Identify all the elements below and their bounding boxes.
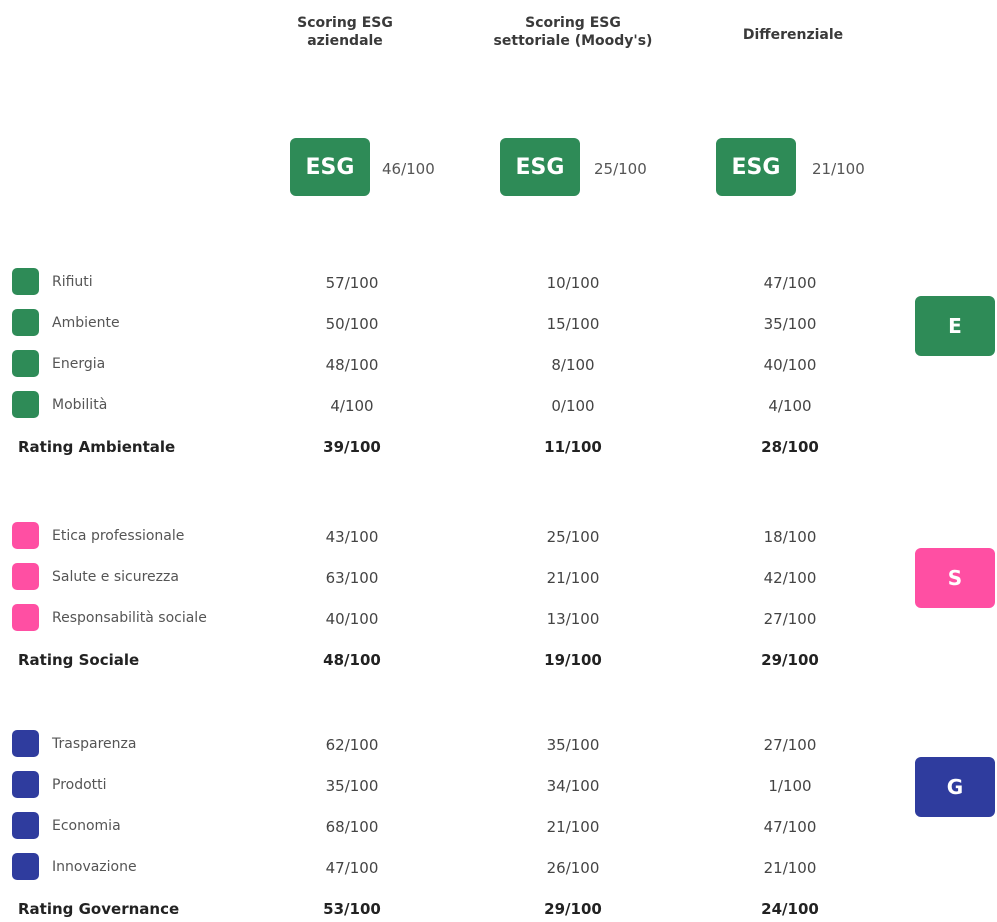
governance-color-marker	[12, 730, 39, 757]
rating-company: 39/100	[323, 438, 381, 456]
rating-sector: 11/100	[544, 438, 602, 456]
esg-score-sector: 25/100	[594, 160, 647, 178]
item-diff: 47/100	[763, 274, 817, 292]
item-company: 62/100	[325, 736, 379, 754]
rating-diff: 29/100	[761, 651, 819, 669]
item-diff: 4/100	[768, 397, 812, 415]
item-company: 35/100	[325, 777, 379, 795]
governance-color-marker	[12, 771, 39, 798]
esg-badge-diff: ESG	[716, 138, 796, 196]
item-company: 4/100	[330, 397, 374, 415]
item-company: 68/100	[325, 818, 379, 836]
rating-diff: 28/100	[761, 438, 819, 456]
item-sector: 0/100	[551, 397, 595, 415]
item-sector: 35/100	[546, 736, 600, 754]
item-label: Rifiuti	[52, 274, 93, 290]
esg-badge-sector: ESG	[500, 138, 580, 196]
social-color-marker	[12, 522, 39, 549]
esg-badge-company: ESG	[290, 138, 370, 196]
item-label: Mobilità	[52, 397, 108, 413]
item-sector: 13/100	[546, 610, 600, 628]
item-diff: 27/100	[763, 610, 817, 628]
item-label: Prodotti	[52, 777, 107, 793]
rating-label: Rating Governance	[18, 900, 180, 918]
item-company: 50/100	[325, 315, 379, 333]
environment-color-marker	[12, 391, 39, 418]
item-sector: 10/100	[546, 274, 600, 292]
header-company-score: Scoring ESG aziendale	[297, 15, 393, 49]
governance-color-marker	[12, 812, 39, 839]
rating-sector: 19/100	[544, 651, 602, 669]
rating-label: Rating Ambientale	[18, 438, 176, 456]
esg-score-diff: 21/100	[812, 160, 865, 178]
rating-company: 48/100	[323, 651, 381, 669]
item-label: Trasparenza	[52, 736, 137, 752]
item-company: 48/100	[325, 356, 379, 374]
rating-sector: 29/100	[544, 900, 602, 918]
item-diff: 47/100	[763, 818, 817, 836]
item-label: Innovazione	[52, 859, 137, 875]
esg-score-company: 46/100	[382, 160, 435, 178]
social-color-marker	[12, 604, 39, 631]
item-diff: 18/100	[763, 528, 817, 546]
item-sector: 26/100	[546, 859, 600, 877]
header-differential: Differenziale	[742, 27, 844, 43]
item-diff: 1/100	[768, 777, 812, 795]
item-sector: 21/100	[546, 569, 600, 587]
governance-color-marker	[12, 853, 39, 880]
item-diff: 42/100	[763, 569, 817, 587]
item-diff: 27/100	[763, 736, 817, 754]
item-label: Etica professionale	[52, 528, 185, 544]
item-label: Energia	[52, 356, 106, 372]
social-color-marker	[12, 563, 39, 590]
environment-color-marker	[12, 350, 39, 377]
item-sector: 8/100	[551, 356, 595, 374]
item-label: Responsabilità sociale	[52, 610, 207, 626]
rating-label: Rating Sociale	[18, 651, 140, 669]
item-diff: 35/100	[763, 315, 817, 333]
item-company: 57/100	[325, 274, 379, 292]
item-company: 40/100	[325, 610, 379, 628]
item-sector: 25/100	[546, 528, 600, 546]
environment-color-marker	[12, 309, 39, 336]
item-label: Ambiente	[52, 315, 120, 331]
category-badge-environmental: E	[915, 296, 995, 356]
item-sector: 21/100	[546, 818, 600, 836]
item-sector: 34/100	[546, 777, 600, 795]
rating-company: 53/100	[323, 900, 381, 918]
item-label: Salute e sicurezza	[52, 569, 179, 585]
item-diff: 21/100	[763, 859, 817, 877]
item-label: Economia	[52, 818, 121, 834]
rating-diff: 24/100	[761, 900, 819, 918]
environment-color-marker	[12, 268, 39, 295]
category-badge-governance: G	[915, 757, 995, 817]
category-badge-social: S	[915, 548, 995, 608]
item-company: 63/100	[325, 569, 379, 587]
item-diff: 40/100	[763, 356, 817, 374]
item-sector: 15/100	[546, 315, 600, 333]
header-sector-score: Scoring ESG settoriale (Moody's)	[493, 15, 653, 49]
item-company: 47/100	[325, 859, 379, 877]
item-company: 43/100	[325, 528, 379, 546]
